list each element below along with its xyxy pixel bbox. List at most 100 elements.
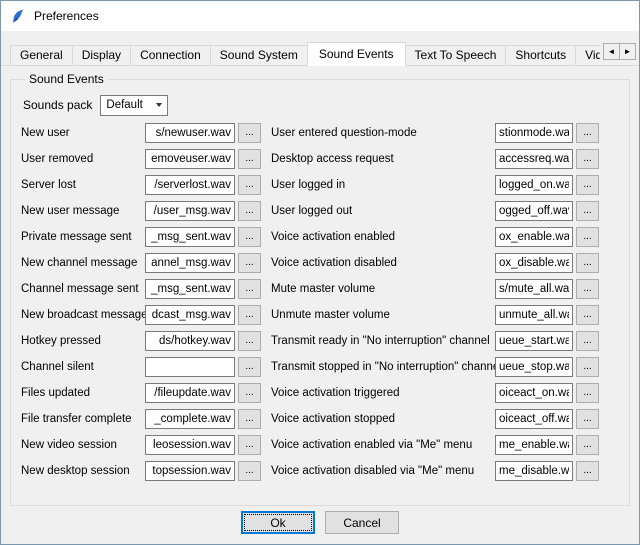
sound-event-label: New video session: [21, 439, 145, 451]
sound-file-input[interactable]: [495, 305, 573, 325]
sound-events-group: Sound Events Sounds pack Default New use…: [10, 72, 630, 506]
tab-general[interactable]: General: [10, 45, 73, 65]
browse-button[interactable]: ...: [576, 409, 599, 429]
sound-file-input[interactable]: [495, 175, 573, 195]
tab-scroll-left-icon[interactable]: ◄: [603, 43, 620, 60]
tab-connection[interactable]: Connection: [130, 45, 211, 65]
window-title: Preferences: [34, 9, 99, 23]
sound-file-input[interactable]: [145, 331, 235, 351]
sound-event-row: User logged in...: [271, 172, 601, 198]
sound-file-input[interactable]: [495, 149, 573, 169]
sound-event-label: Voice activation disabled: [271, 257, 495, 269]
browse-button[interactable]: ...: [576, 461, 599, 481]
sound-event-label: New desktop session: [21, 465, 145, 477]
sound-file-input[interactable]: [145, 383, 235, 403]
browse-button[interactable]: ...: [238, 253, 261, 273]
browse-button[interactable]: ...: [238, 435, 261, 455]
sound-file-input[interactable]: [145, 149, 235, 169]
app-icon: [10, 8, 26, 24]
sound-event-row: Server lost...: [21, 172, 271, 198]
sound-file-input[interactable]: [145, 305, 235, 325]
sound-event-label: Desktop access request: [271, 153, 495, 165]
sound-event-label: New broadcast message: [21, 309, 145, 321]
browse-button[interactable]: ...: [576, 123, 599, 143]
sound-file-input[interactable]: [495, 253, 573, 273]
sound-file-input[interactable]: [495, 201, 573, 221]
browse-button[interactable]: ...: [576, 279, 599, 299]
tab-text-to-speech[interactable]: Text To Speech: [405, 45, 507, 65]
cancel-button[interactable]: Cancel: [325, 511, 399, 534]
tab-sound-system[interactable]: Sound System: [210, 45, 308, 65]
browse-button[interactable]: ...: [576, 253, 599, 273]
sound-event-label: User entered question-mode: [271, 127, 495, 139]
sound-file-input[interactable]: [145, 435, 235, 455]
sound-file-input[interactable]: [495, 357, 573, 377]
sounds-pack-select[interactable]: Default: [100, 95, 168, 116]
sound-file-input[interactable]: [145, 279, 235, 299]
browse-button[interactable]: ...: [576, 435, 599, 455]
sound-file-input[interactable]: [145, 123, 235, 143]
browse-button[interactable]: ...: [238, 409, 261, 429]
sound-event-label: Mute master volume: [271, 283, 495, 295]
sound-event-label: Files updated: [21, 387, 145, 399]
browse-button[interactable]: ...: [238, 123, 261, 143]
sound-file-input[interactable]: [145, 227, 235, 247]
tab-bar: GeneralDisplayConnectionSound SystemSoun…: [1, 43, 639, 65]
sound-file-input[interactable]: [145, 461, 235, 481]
sound-event-label: Channel silent: [21, 361, 145, 373]
sound-event-row: New channel message...: [21, 250, 271, 276]
sound-file-input[interactable]: [495, 461, 573, 481]
browse-button[interactable]: ...: [238, 305, 261, 325]
browse-button[interactable]: ...: [238, 175, 261, 195]
sound-event-label: Voice activation enabled via "Me" menu: [271, 439, 495, 451]
sound-file-input[interactable]: [495, 331, 573, 351]
sound-file-input[interactable]: [495, 227, 573, 247]
browse-button[interactable]: ...: [576, 357, 599, 377]
sound-file-input[interactable]: [145, 409, 235, 429]
tab-display[interactable]: Display: [72, 45, 131, 65]
title-bar[interactable]: Preferences: [1, 1, 639, 31]
sound-file-input[interactable]: [495, 383, 573, 403]
preferences-dialog: Preferences GeneralDisplayConnectionSoun…: [0, 0, 640, 545]
tab-shortcuts[interactable]: Shortcuts: [505, 45, 576, 65]
sound-file-input[interactable]: [495, 435, 573, 455]
sound-file-input[interactable]: [495, 279, 573, 299]
browse-button[interactable]: ...: [576, 227, 599, 247]
browse-button[interactable]: ...: [238, 279, 261, 299]
sound-event-row: Voice activation disabled via "Me" menu.…: [271, 458, 601, 484]
sound-event-label: Transmit stopped in "No interruption" ch…: [271, 361, 495, 373]
browse-button[interactable]: ...: [238, 383, 261, 403]
sound-event-row: File transfer complete...: [21, 406, 271, 432]
ok-button[interactable]: Ok: [241, 511, 315, 534]
sounds-pack-value: Default: [106, 99, 142, 111]
sound-events-columns: New user...User removed...Server lost...…: [21, 120, 619, 484]
sound-event-row: Mute master volume...: [271, 276, 601, 302]
sound-event-row: Voice activation enabled...: [271, 224, 601, 250]
browse-button[interactable]: ...: [238, 461, 261, 481]
browse-button[interactable]: ...: [576, 383, 599, 403]
tab-page-sound-events: Sound Events Sounds pack Default New use…: [1, 65, 639, 544]
browse-button[interactable]: ...: [576, 305, 599, 325]
sound-event-label: Voice activation enabled: [271, 231, 495, 243]
browse-button[interactable]: ...: [576, 331, 599, 351]
sound-file-input[interactable]: [145, 175, 235, 195]
sound-file-input[interactable]: [145, 253, 235, 273]
browse-button[interactable]: ...: [238, 357, 261, 377]
browse-button[interactable]: ...: [576, 149, 599, 169]
browse-button[interactable]: ...: [576, 175, 599, 195]
browse-button[interactable]: ...: [576, 201, 599, 221]
tab-sound-events[interactable]: Sound Events: [307, 42, 406, 66]
browse-button[interactable]: ...: [238, 149, 261, 169]
browse-button[interactable]: ...: [238, 227, 261, 247]
sound-event-row: Files updated...: [21, 380, 271, 406]
sound-event-row: Voice activation disabled...: [271, 250, 601, 276]
browse-button[interactable]: ...: [238, 201, 261, 221]
sound-event-label: Voice activation disabled via "Me" menu: [271, 465, 495, 477]
sound-event-row: User removed...: [21, 146, 271, 172]
sound-file-input[interactable]: [495, 409, 573, 429]
sound-file-input[interactable]: [145, 201, 235, 221]
browse-button[interactable]: ...: [238, 331, 261, 351]
sound-file-input[interactable]: [495, 123, 573, 143]
sound-file-input[interactable]: [145, 357, 235, 377]
tab-scroll-right-icon[interactable]: ►: [619, 43, 636, 60]
